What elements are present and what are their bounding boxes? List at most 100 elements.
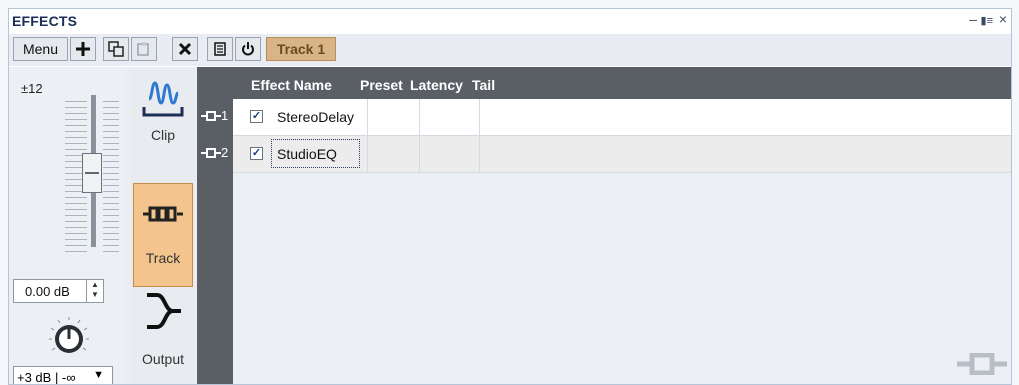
volume-value-field[interactable]: 0.00 dB ▲ ▼ [13, 279, 104, 303]
pan-law-select[interactable]: +3 dB | -∞ ▼ [13, 366, 113, 385]
scale-tick [103, 167, 119, 168]
scale-tick [103, 239, 119, 240]
col-tail[interactable]: Tail [472, 77, 495, 93]
scale-tick [103, 125, 119, 126]
mode-output-label: Output [141, 351, 185, 367]
mode-clip-button[interactable]: Clip [133, 79, 193, 159]
scale-tick [65, 197, 87, 198]
panel-title: EFFECTS [12, 13, 78, 29]
chevron-down-icon: ▼ [93, 369, 104, 381]
scale-tick [65, 149, 87, 150]
scale-tick [103, 215, 119, 216]
panel-titlebar: EFFECTS ‒ ▮≡ × [9, 9, 1011, 33]
scale-tick [65, 221, 87, 222]
effect-name-cell[interactable]: StereoDelay [277, 109, 354, 125]
table-row[interactable]: ✓ StereoDelay [233, 99, 1011, 136]
duplicate-icon [108, 41, 124, 57]
remove-effect-button[interactable] [172, 37, 198, 61]
effect-enable-checkbox[interactable]: ✓ [250, 110, 263, 123]
scale-tick [65, 203, 87, 204]
col-effect-name[interactable]: Effect Name [251, 77, 332, 93]
scale-tick [65, 125, 87, 126]
list-icon [214, 42, 226, 56]
effect-name-cell[interactable]: StudioEQ [277, 146, 337, 162]
scale-tick [65, 239, 87, 240]
scale-tick [65, 137, 87, 138]
duplicate-button[interactable] [103, 37, 129, 61]
remove-icon [178, 42, 192, 56]
col-latency[interactable]: Latency [410, 77, 463, 93]
mode-track-button[interactable]: Track [133, 183, 193, 287]
volume-slider-thumb[interactable] [82, 153, 102, 193]
scale-tick [65, 227, 87, 228]
scale-tick [65, 119, 87, 120]
paste-button[interactable] [131, 37, 157, 61]
scale-tick [103, 155, 119, 156]
plus-icon [76, 42, 90, 56]
scale-tick [65, 233, 87, 234]
mode-output-button[interactable]: Output [133, 291, 193, 381]
toolbar: Menu Track 1 [9, 34, 1011, 66]
volume-value: 0.00 dB [25, 284, 70, 299]
range-label: ±12 [21, 81, 43, 96]
scale-tick [103, 173, 119, 174]
output-route-icon [147, 293, 181, 329]
effect-enable-checkbox[interactable]: ✓ [250, 147, 263, 160]
effects-table: Effect Name Preset Latency Tail 1 2 ✓ St… [197, 67, 1011, 384]
scale-tick [103, 245, 119, 246]
add-effect-button[interactable] [70, 37, 96, 61]
chain-link-icon [201, 110, 221, 121]
close-icon[interactable]: × [999, 11, 1007, 27]
scale-tick [65, 143, 87, 144]
bus-insert-icon [957, 353, 1007, 375]
scale-tick [65, 245, 87, 246]
scale-tick [103, 209, 119, 210]
scale-tick [103, 221, 119, 222]
scale-tick [103, 179, 119, 180]
scale-tick [103, 203, 119, 204]
scale-tick [103, 131, 119, 132]
pan-knob[interactable] [48, 317, 90, 359]
scale-tick [103, 107, 119, 108]
scale-tick [103, 227, 119, 228]
track-chain-icon [143, 206, 183, 222]
row-2-index: 2 [201, 145, 228, 160]
scale-tick [65, 209, 87, 210]
scale-tick [103, 143, 119, 144]
row-2-number: 2 [221, 145, 229, 160]
pan-law-value: +3 dB | -∞ [17, 370, 76, 385]
scale-tick [103, 185, 119, 186]
scale-tick [103, 233, 119, 234]
scale-tick [103, 101, 119, 102]
column-divider [367, 99, 368, 173]
table-header: Effect Name Preset Latency Tail [197, 67, 1011, 99]
scale-tick [103, 137, 119, 138]
layout-icon[interactable]: ▮≡ [981, 14, 993, 27]
list-button[interactable] [207, 37, 233, 61]
clip-wave-icon [142, 81, 184, 117]
scale-tick [103, 149, 119, 150]
minimize-icon[interactable]: ‒ [969, 11, 977, 27]
scale-tick [103, 197, 119, 198]
mode-column: Clip Track Output [131, 67, 195, 384]
scale-tick [103, 161, 119, 162]
bypass-button[interactable] [235, 37, 261, 61]
col-preset[interactable]: Preset [360, 77, 403, 93]
scale-tick [103, 251, 119, 252]
scale-tick [65, 107, 87, 108]
left-control-panel: ±12 0.00 dB ▲ ▼ +3 dB | -∞ ▼ Clip Track … [9, 67, 197, 385]
volume-spinner[interactable]: ▲ ▼ [86, 280, 103, 302]
table-row[interactable]: ✓ StudioEQ [233, 136, 1011, 173]
effects-panel: EFFECTS ‒ ▮≡ × Menu Track 1 ±12 0.00 dB … [8, 8, 1012, 385]
row-1-number: 1 [221, 108, 229, 123]
power-icon [242, 42, 254, 56]
mode-clip-label: Clip [150, 127, 176, 143]
scale-tick [65, 101, 87, 102]
mode-track-label: Track [145, 250, 181, 266]
scale-tick [65, 131, 87, 132]
row-1-index: 1 [201, 108, 228, 123]
scale-tick [103, 191, 119, 192]
scale-tick [103, 119, 119, 120]
menu-button[interactable]: Menu [13, 37, 68, 61]
target-track-label[interactable]: Track 1 [266, 37, 336, 61]
